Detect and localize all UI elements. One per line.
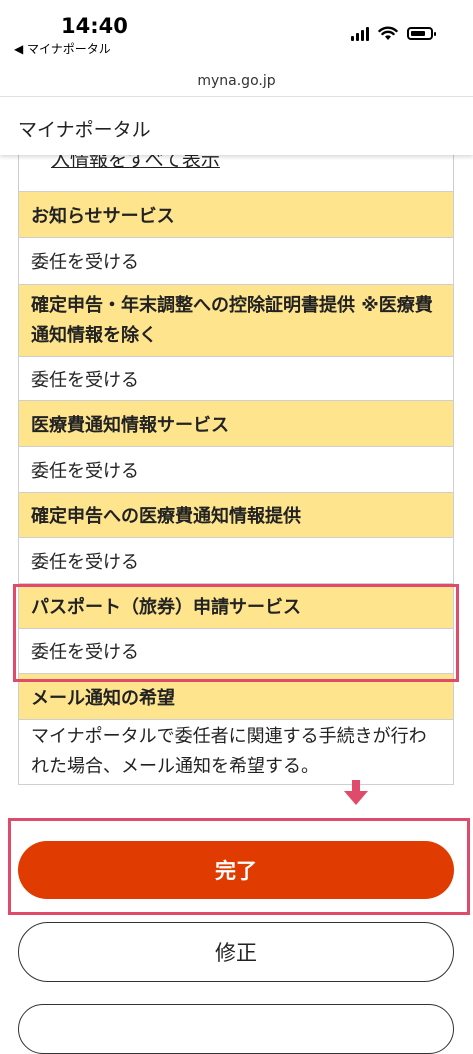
edit-button[interactable]: 修正	[18, 922, 454, 982]
section-header-tax-deduction: 確定申告・年末調整への控除証明書提供 ※医療費通知情報を除く	[18, 284, 454, 356]
status-bar: 14:40 ◀ マイナポータル	[0, 0, 473, 62]
back-to-app-link[interactable]: ◀ マイナポータル	[14, 40, 111, 57]
status-icons	[351, 26, 436, 41]
additional-button-partial[interactable]	[18, 1004, 454, 1054]
status-time: 14:40	[61, 14, 128, 38]
section-header-notification: お知らせサービス	[18, 191, 454, 237]
arrow-down-icon	[344, 780, 368, 805]
page-title: マイナポータル	[18, 119, 151, 141]
section-value-tax-deduction: 委任を受ける	[18, 356, 454, 400]
section-header-tax-medical: 確定申告への医療費通知情報提供	[18, 492, 454, 537]
section-value-notification: 委任を受ける	[18, 237, 454, 284]
battery-icon	[407, 27, 436, 40]
section-value-tax-medical: 委任を受ける	[18, 537, 454, 583]
delegation-confirmation-list: 入情報をすべて表示 お知らせサービス 委任を受ける 確定申告・年末調整への控除証…	[18, 140, 454, 785]
complete-button[interactable]: 完了	[18, 841, 454, 899]
passport-highlight-frame	[13, 584, 459, 682]
app-header: マイナポータル	[0, 97, 473, 155]
wifi-icon	[378, 26, 398, 40]
section-value-medical-expense: 委任を受ける	[18, 446, 454, 492]
cellular-signal-icon	[351, 26, 369, 41]
section-value-email: マイナポータルで委任者に関連する手続きが行われた場合、メール通知を希望する。	[18, 719, 454, 785]
url-bar[interactable]: myna.go.jp	[0, 66, 473, 97]
section-header-medical-expense: 医療費通知情報サービス	[18, 400, 454, 446]
